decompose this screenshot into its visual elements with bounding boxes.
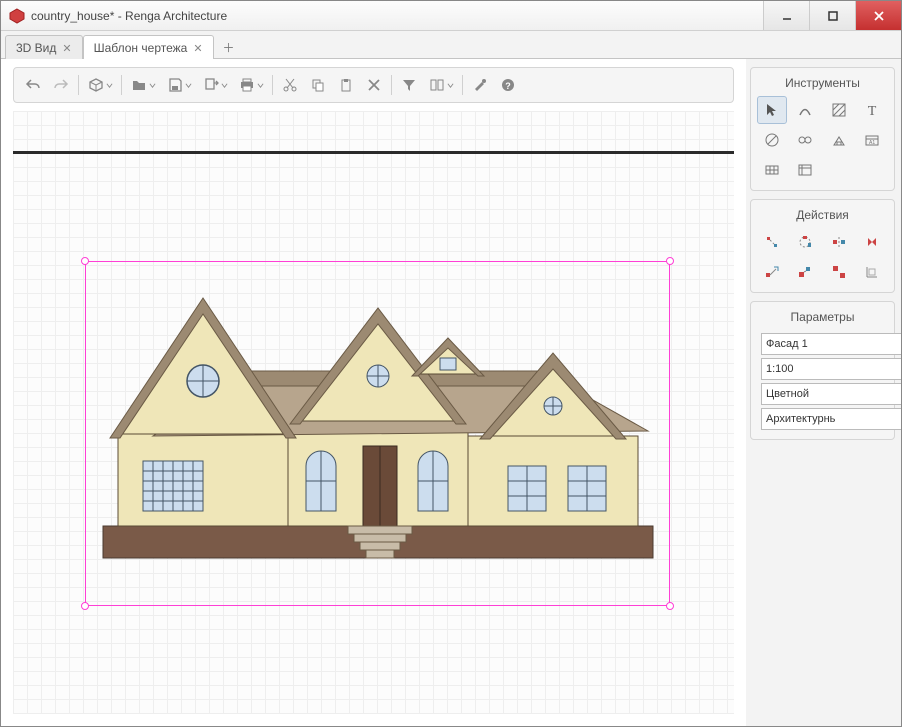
panel-title: Действия bbox=[757, 206, 888, 228]
canvas[interactable] bbox=[13, 111, 734, 714]
right-sidebar: Инструменты T A1 Действия bbox=[746, 59, 901, 726]
main-toolbar: ? bbox=[13, 67, 734, 103]
select-tool[interactable] bbox=[757, 96, 787, 124]
add-tab-button[interactable]: ＋ bbox=[218, 36, 240, 58]
resize-handle[interactable] bbox=[666, 602, 674, 610]
flip-action[interactable] bbox=[857, 228, 887, 256]
cut-button[interactable] bbox=[277, 72, 303, 98]
window-title: country_house* - Renga Architecture bbox=[31, 9, 763, 23]
delete-button[interactable] bbox=[361, 72, 387, 98]
section-tool[interactable] bbox=[824, 126, 854, 154]
copy-button[interactable] bbox=[305, 72, 331, 98]
resize-handle[interactable] bbox=[81, 257, 89, 265]
tab-label: 3D Вид bbox=[16, 41, 56, 55]
dimension-tool[interactable] bbox=[790, 126, 820, 154]
facade-select[interactable] bbox=[761, 333, 901, 355]
app-icon bbox=[9, 8, 25, 24]
hatch-tool[interactable] bbox=[824, 96, 854, 124]
table-tool[interactable]: A1 bbox=[857, 126, 887, 154]
resize-handle[interactable] bbox=[666, 257, 674, 265]
ruler-line bbox=[13, 151, 734, 154]
window-buttons bbox=[763, 1, 901, 30]
tab-bar: 3D Вид ✕ Шаблон чертежа ✕ ＋ bbox=[1, 31, 901, 59]
svg-text:A1: A1 bbox=[869, 140, 875, 146]
minimize-button[interactable] bbox=[763, 1, 809, 30]
open-button[interactable] bbox=[126, 72, 160, 98]
settings-button[interactable] bbox=[467, 72, 493, 98]
help-button[interactable]: ? bbox=[495, 72, 521, 98]
tab-label: Шаблон чертежа bbox=[94, 41, 188, 55]
scale-select[interactable] bbox=[761, 358, 901, 380]
actions-panel: Действия bbox=[750, 199, 895, 293]
tab-3d-view[interactable]: 3D Вид ✕ bbox=[5, 35, 83, 59]
close-icon[interactable]: ✕ bbox=[193, 42, 202, 55]
array-action[interactable] bbox=[824, 258, 854, 286]
style-select[interactable] bbox=[761, 383, 901, 405]
line-tool[interactable] bbox=[790, 96, 820, 124]
scale-action[interactable] bbox=[790, 258, 820, 286]
close-button[interactable] bbox=[855, 1, 901, 30]
rotate-action[interactable] bbox=[790, 228, 820, 256]
save-button[interactable] bbox=[162, 72, 196, 98]
close-icon[interactable]: ✕ bbox=[62, 42, 71, 55]
text-tool[interactable]: T bbox=[857, 96, 887, 124]
mirror-action[interactable] bbox=[824, 228, 854, 256]
panel-title: Параметры bbox=[757, 308, 888, 330]
redo-button[interactable] bbox=[48, 72, 74, 98]
paste-button[interactable] bbox=[333, 72, 359, 98]
copy-move-action[interactable] bbox=[757, 258, 787, 286]
grid-tool[interactable] bbox=[757, 156, 787, 184]
filter-button[interactable] bbox=[396, 72, 422, 98]
view-cube-button[interactable] bbox=[83, 72, 117, 98]
print-button[interactable] bbox=[234, 72, 268, 98]
resize-handle[interactable] bbox=[81, 602, 89, 610]
maximize-button[interactable] bbox=[809, 1, 855, 30]
tab-drawing-template[interactable]: Шаблон чертежа ✕ bbox=[83, 35, 214, 59]
svg-text:?: ? bbox=[505, 81, 511, 91]
align-action[interactable] bbox=[857, 258, 887, 286]
export-button[interactable] bbox=[198, 72, 232, 98]
svg-text:T: T bbox=[867, 104, 876, 118]
undo-button[interactable] bbox=[20, 72, 46, 98]
tools-panel: Инструменты T A1 bbox=[750, 67, 895, 191]
house-drawing[interactable] bbox=[88, 266, 668, 566]
titlebar: country_house* - Renga Architecture bbox=[1, 1, 901, 31]
visual-select[interactable] bbox=[761, 408, 901, 430]
axis-tool[interactable] bbox=[757, 126, 787, 154]
params-panel: Параметры bbox=[750, 301, 895, 440]
schedule-tool[interactable] bbox=[790, 156, 820, 184]
move-action[interactable] bbox=[757, 228, 787, 256]
panel-title: Инструменты bbox=[757, 74, 888, 96]
layers-button[interactable] bbox=[424, 72, 458, 98]
